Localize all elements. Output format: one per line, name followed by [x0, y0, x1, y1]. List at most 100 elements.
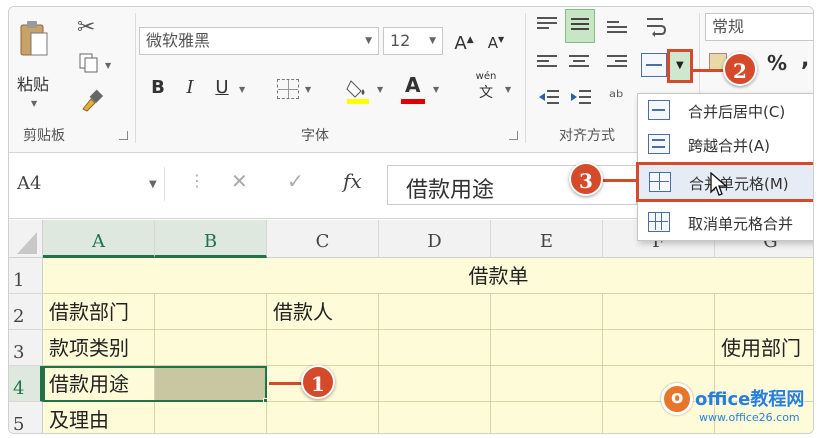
- name-box[interactable]: A4 ▼: [13, 167, 165, 201]
- cell-c5[interactable]: [267, 402, 379, 433]
- grow-font-button[interactable]: A▲: [451, 27, 477, 54]
- cut-icon[interactable]: ✂: [77, 15, 103, 41]
- group-divider: [135, 13, 136, 143]
- menu-item-merge-center[interactable]: 合并后居中(C): [638, 94, 813, 128]
- phonetic-guide-button[interactable]: wén 文: [469, 71, 503, 107]
- number-format-combo[interactable]: 常规: [705, 13, 813, 41]
- chevron-down-icon: ▼: [31, 99, 38, 108]
- name-box-value: A4: [17, 173, 42, 194]
- chevron-down-icon[interactable]: ▼: [149, 179, 157, 190]
- more-options-icon: ⋮: [189, 171, 205, 190]
- top-align-icon[interactable]: [537, 17, 557, 33]
- watermark-logo: o office教程网 www.office26.com: [661, 379, 811, 433]
- merge-dropdown-button[interactable]: ▼: [667, 49, 693, 83]
- italic-button[interactable]: I: [177, 75, 203, 101]
- office-logo-icon: o: [661, 383, 693, 415]
- cell-a2[interactable]: 借款部门: [43, 294, 155, 330]
- align-center-icon[interactable]: [569, 55, 589, 71]
- chevron-down-icon[interactable]: ▼: [505, 85, 511, 94]
- cell-g3[interactable]: 使用部门: [715, 330, 813, 366]
- cell-f3[interactable]: [603, 330, 715, 366]
- align-right-icon[interactable]: [607, 55, 627, 71]
- percent-button[interactable]: %: [767, 51, 787, 75]
- fill-color-icon[interactable]: [345, 75, 373, 105]
- column-header-b[interactable]: B: [155, 220, 267, 258]
- cell-g2[interactable]: [715, 294, 813, 330]
- format-painter-icon[interactable]: [79, 87, 105, 113]
- column-header-c[interactable]: C: [267, 220, 379, 258]
- copy-icon[interactable]: ▼: [77, 51, 117, 77]
- row-header-1[interactable]: 1: [9, 258, 43, 294]
- font-size-combo[interactable]: 12 ▼: [383, 27, 443, 55]
- cell-a5[interactable]: 及理由: [43, 402, 155, 433]
- cell-c3[interactable]: [267, 330, 379, 366]
- font-name-combo[interactable]: 微软雅黑 ▼: [139, 27, 379, 55]
- select-all-corner[interactable]: [9, 220, 43, 258]
- insert-function-icon[interactable]: fx: [343, 169, 362, 193]
- cell-e4[interactable]: [491, 366, 603, 402]
- cell-c2[interactable]: 借款人: [267, 294, 379, 330]
- callout-line: [691, 69, 727, 72]
- comma-button[interactable]: ,: [801, 47, 809, 72]
- confirm-entry-icon[interactable]: ✓: [287, 169, 304, 193]
- font-color-button[interactable]: A: [399, 73, 429, 105]
- paste-button[interactable]: 粘贴 ▼: [15, 15, 59, 115]
- bottom-align-icon[interactable]: [607, 21, 627, 37]
- callout-line: [269, 382, 305, 385]
- cell-d5[interactable]: [379, 402, 491, 433]
- cell-e5[interactable]: [491, 402, 603, 433]
- paste-label: 粘贴: [17, 75, 50, 94]
- font-name-value: 微软雅黑: [146, 31, 211, 50]
- cell-b2[interactable]: [155, 294, 267, 330]
- column-header-d[interactable]: D: [379, 220, 491, 258]
- font-color-swatch: [401, 99, 425, 104]
- middle-align-icon[interactable]: [565, 9, 595, 43]
- merge-center-icon: [648, 100, 670, 120]
- cell-a3[interactable]: 款项类别: [43, 330, 155, 366]
- align-left-icon[interactable]: [537, 55, 557, 71]
- wrap-text-icon[interactable]: [645, 15, 669, 39]
- chevron-down-icon[interactable]: ▼: [377, 85, 383, 94]
- cell-f2[interactable]: [603, 294, 715, 330]
- bold-button[interactable]: B: [145, 75, 171, 101]
- font-group-label: 字体: [301, 128, 329, 144]
- orientation-icon[interactable]: ᵃᵇ: [609, 87, 624, 108]
- cell-g3-text: 使用部门: [721, 336, 801, 360]
- merge-center-icon[interactable]: [641, 53, 667, 77]
- cell-d4[interactable]: [379, 366, 491, 402]
- cancel-entry-icon[interactable]: ✕: [231, 169, 248, 193]
- column-header-a[interactable]: A: [43, 220, 155, 258]
- row-header-2[interactable]: 2: [9, 294, 43, 330]
- borders-icon[interactable]: [277, 79, 299, 99]
- cell-d3[interactable]: [379, 330, 491, 366]
- cell-b3[interactable]: [155, 330, 267, 366]
- chevron-down-icon: ▼: [429, 36, 436, 46]
- cell-e3[interactable]: [491, 330, 603, 366]
- phonetic-top-label: wén: [475, 71, 497, 82]
- clipboard-group-label: 剪贴板: [23, 128, 65, 144]
- callout-2: 2: [723, 52, 757, 86]
- chevron-down-icon[interactable]: ▼: [239, 85, 245, 94]
- cell-e2[interactable]: [491, 294, 603, 330]
- chevron-down-icon[interactable]: ▼: [433, 85, 439, 94]
- row-header-4[interactable]: 4: [9, 366, 43, 402]
- row-header-5[interactable]: 5: [9, 402, 43, 433]
- title-cell[interactable]: 借款单: [43, 258, 813, 294]
- menu-item-merge-across[interactable]: 跨越合并(A): [638, 128, 813, 162]
- column-header-e[interactable]: E: [491, 220, 603, 258]
- font-launcher-icon[interactable]: [509, 131, 518, 140]
- row-header-3[interactable]: 3: [9, 330, 43, 366]
- cell-b5[interactable]: [155, 402, 267, 433]
- decrease-indent-icon[interactable]: [537, 87, 561, 107]
- cell-d2[interactable]: [379, 294, 491, 330]
- shrink-font-button[interactable]: A▼: [483, 27, 509, 53]
- chevron-down-icon[interactable]: ▼: [305, 85, 311, 94]
- grow-font-icon: A: [454, 33, 467, 54]
- underline-button[interactable]: U: [209, 75, 235, 101]
- clipboard-launcher-icon[interactable]: [119, 131, 128, 140]
- row-header-column: 1 2 3 4 5: [9, 258, 43, 433]
- mouse-cursor-icon: [710, 171, 728, 198]
- menu-item-label: 跨越合并(A): [688, 137, 770, 155]
- menu-item-unmerge[interactable]: 取消单元格合并: [638, 206, 813, 240]
- increase-indent-icon[interactable]: [569, 87, 593, 107]
